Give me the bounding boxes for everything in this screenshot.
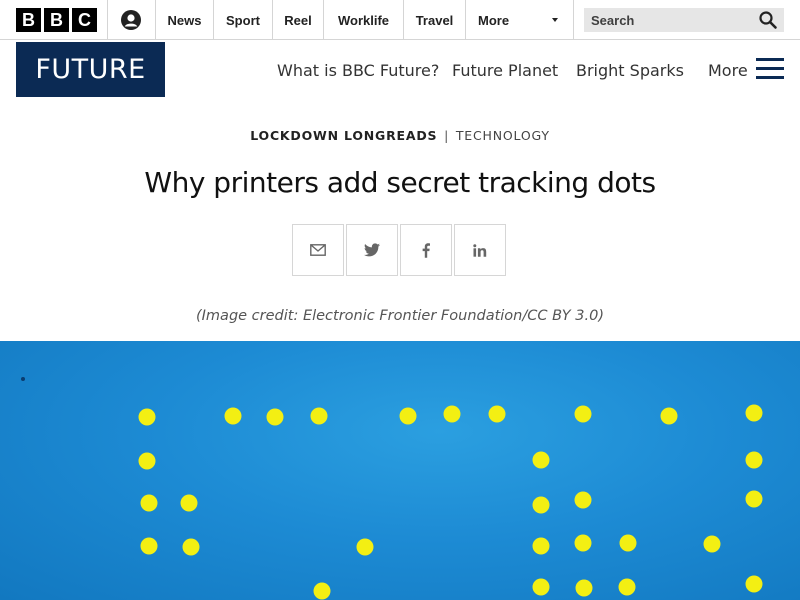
tracking-dot: [138, 452, 156, 470]
tracking-dot: [266, 408, 284, 426]
nav-worklife[interactable]: Worklife: [324, 0, 403, 40]
topic-label[interactable]: TECHNOLOGY: [456, 128, 550, 143]
twitter-icon: [364, 243, 380, 257]
hamburger-menu-icon[interactable]: [756, 58, 784, 80]
tracking-dot: [310, 407, 328, 425]
email-icon: [310, 244, 326, 256]
tracking-dot: [660, 407, 678, 425]
tracking-dot: [182, 538, 200, 556]
image-speck: [21, 377, 25, 381]
tracking-dot: [532, 496, 550, 514]
tracking-dot: [618, 578, 636, 596]
nav-bright-sparks[interactable]: Bright Sparks: [576, 58, 684, 82]
nav-news[interactable]: News: [156, 0, 213, 40]
bbc-logo[interactable]: B B C: [16, 8, 97, 32]
article-kicker: LOCKDOWN LONGREADS | TECHNOLOGY: [0, 128, 800, 143]
nav-future-planet[interactable]: Future Planet: [452, 58, 558, 82]
tracking-dot: [140, 494, 158, 512]
nav-what-is-bbc-future[interactable]: What is BBC Future?: [277, 58, 439, 82]
tracking-dot: [745, 451, 763, 469]
share-twitter-button[interactable]: [346, 224, 398, 276]
share-linkedin-button[interactable]: [454, 224, 506, 276]
tracking-dot: [745, 575, 763, 593]
kicker-separator: |: [444, 128, 450, 143]
more-menu-label[interactable]: More: [708, 58, 748, 82]
tracking-dot: [745, 404, 763, 422]
bbc-logo-letter: C: [72, 8, 97, 32]
nav-sport[interactable]: Sport: [214, 0, 272, 40]
tracking-dot: [180, 494, 198, 512]
tracking-dot: [443, 405, 461, 423]
series-label[interactable]: LOCKDOWN LONGREADS: [250, 128, 437, 143]
facebook-icon: [422, 242, 430, 258]
tracking-dot: [619, 534, 637, 552]
tracking-dot: [745, 490, 763, 508]
linkedin-icon: [473, 243, 487, 257]
tracking-dot: [138, 408, 156, 426]
tracking-dot: [224, 407, 242, 425]
hero-image: [0, 341, 800, 600]
search-input[interactable]: [584, 8, 754, 32]
divider: [573, 0, 574, 40]
tracking-dot: [140, 537, 158, 555]
page-title: Why printers add secret tracking dots: [144, 166, 656, 199]
share-facebook-button[interactable]: [400, 224, 452, 276]
image-credit: (Image credit: Electronic Frontier Found…: [196, 308, 604, 324]
tracking-dot: [532, 537, 550, 555]
nav-travel[interactable]: Travel: [404, 0, 465, 40]
future-logo[interactable]: FUTURE: [16, 42, 165, 97]
tracking-dot: [532, 578, 550, 596]
tracking-dot: [703, 535, 721, 553]
search-icon: [759, 11, 777, 29]
search-button[interactable]: [758, 10, 778, 30]
search-box: [584, 8, 784, 32]
tracking-dot: [399, 407, 417, 425]
tracking-dot: [356, 538, 374, 556]
account-button[interactable]: [107, 0, 155, 40]
tracking-dot: [488, 405, 506, 423]
chevron-down-icon: [552, 18, 558, 22]
tracking-dot: [532, 451, 550, 469]
tracking-dot: [575, 579, 593, 597]
bbc-logo-letter: B: [16, 8, 41, 32]
tracking-dot: [574, 534, 592, 552]
bbc-top-bar: B B C News Sport Reel Worklife Travel Mo…: [0, 0, 800, 40]
tracking-dots-illustration: [21, 377, 763, 600]
bbc-logo-letter: B: [44, 8, 69, 32]
nav-reel[interactable]: Reel: [273, 0, 323, 40]
tracking-dot: [574, 491, 592, 509]
tracking-dot: [574, 405, 592, 423]
share-email-button[interactable]: [292, 224, 344, 276]
user-icon: [121, 10, 141, 30]
tracking-dot: [313, 582, 331, 600]
